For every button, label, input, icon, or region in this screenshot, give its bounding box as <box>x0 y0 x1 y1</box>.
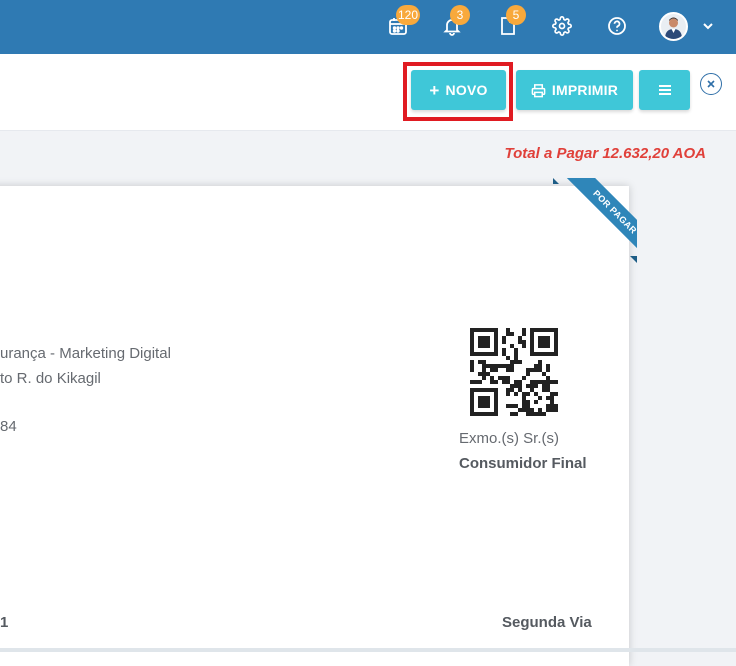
company-activity: urança - Marketing Digital <box>0 345 171 362</box>
gear-icon <box>552 16 572 36</box>
footer-left-text: 1 <box>0 614 9 631</box>
close-icon <box>707 80 715 88</box>
qr-code <box>470 328 558 416</box>
help-button[interactable] <box>602 11 632 41</box>
total-to-pay: Total a Pagar 12.632,20 AOA <box>504 145 706 162</box>
printer-icon <box>531 83 546 97</box>
notifications-button[interactable]: 3 <box>437 5 470 41</box>
page-bottom-edge <box>0 648 736 652</box>
help-icon <box>608 17 626 35</box>
top-navbar: 120 3 5 <box>0 0 736 54</box>
status-ribbon: POR PAGAR <box>553 178 637 262</box>
menu-icon <box>658 85 671 95</box>
company-phone: 84 <box>0 418 17 435</box>
invoice-document <box>0 186 629 666</box>
documents-badge: 5 <box>506 5 526 25</box>
imprimir-button-label: IMPRIMIR <box>551 82 619 98</box>
user-avatar[interactable] <box>659 12 688 41</box>
calendar-button[interactable]: 120 <box>383 5 421 41</box>
ribbon-fold-top <box>553 178 559 184</box>
documents-button[interactable]: 5 <box>493 5 526 41</box>
chevron-down-icon[interactable] <box>700 18 716 34</box>
recipient-name: Consumidor Final <box>459 455 587 472</box>
action-toolbar: + NOVO IMPRIMIR <box>0 54 736 131</box>
recipient-prefix: Exmo.(s) Sr.(s) <box>459 430 559 447</box>
company-address: to R. do Kikagil <box>0 370 101 387</box>
calendar-badge: 120 <box>396 5 421 25</box>
menu-button[interactable] <box>639 70 690 110</box>
ribbon-fold-right <box>630 256 637 263</box>
avatar-icon <box>665 17 682 39</box>
notifications-badge: 3 <box>450 5 470 25</box>
close-button[interactable] <box>700 73 722 95</box>
settings-button[interactable] <box>547 11 577 41</box>
copy-label: Segunda Via <box>502 614 592 631</box>
imprimir-button[interactable]: IMPRIMIR <box>516 70 633 110</box>
status-ribbon-label: POR PAGAR <box>565 178 637 262</box>
highlight-box <box>403 62 513 121</box>
